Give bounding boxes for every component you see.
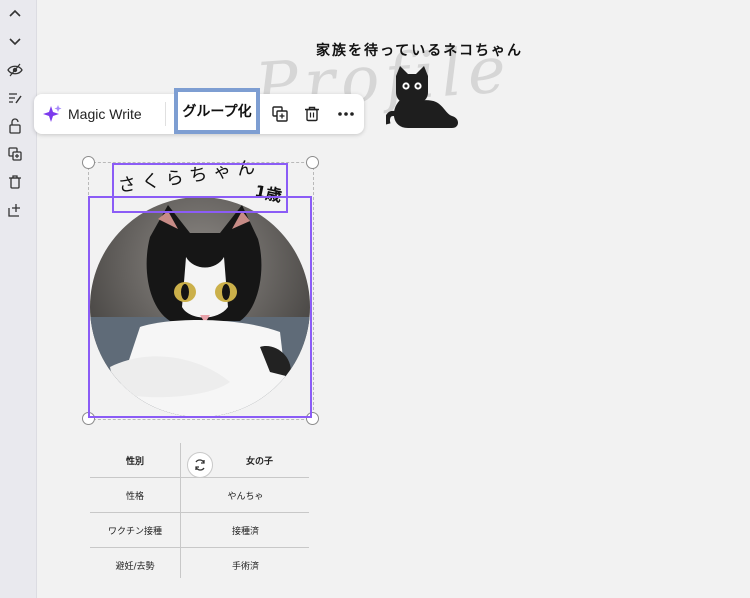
table-column-divider (180, 443, 181, 578)
group-button[interactable]: グループ化 (174, 88, 260, 134)
table-cell-label: 避妊/去勢 (115, 561, 155, 572)
toolbar-divider (165, 102, 166, 126)
unlock-icon[interactable] (5, 116, 25, 136)
eye-icon[interactable] (5, 60, 25, 80)
photo-selection (88, 196, 312, 418)
table-row: 性格 やんちゃ (90, 478, 309, 513)
table-cell-label: 性別 (125, 456, 144, 467)
table-cell-label: ワクチン接種 (107, 526, 162, 537)
trash-icon[interactable] (5, 172, 25, 192)
table-cell-label: 性格 (125, 491, 144, 502)
resize-handle-top-left[interactable] (82, 156, 95, 169)
export-icon[interactable] (5, 200, 25, 220)
floating-toolbar: Magic Write グループ化 (34, 88, 364, 134)
magic-write-button[interactable]: Magic Write (42, 102, 142, 126)
chevron-up-icon[interactable] (5, 4, 25, 24)
rotate-icon[interactable] (187, 452, 213, 478)
trash-icon[interactable] (302, 104, 322, 124)
chevron-down-icon[interactable] (5, 31, 25, 51)
black-cat-illustration[interactable] (386, 66, 462, 132)
magic-write-label: Magic Write (68, 106, 142, 122)
table-row: ワクチン接種 接種済 (90, 513, 309, 548)
more-options-icon[interactable] (336, 104, 356, 124)
table-cell-value: 接種済 (231, 526, 259, 537)
table-row: 避妊/去勢 手術済 (90, 548, 309, 582)
left-sidebar (0, 0, 37, 598)
edit-lines-icon[interactable] (5, 88, 25, 108)
table-cell-value: 手術済 (231, 561, 259, 572)
duplicate-icon[interactable] (270, 104, 290, 124)
table-cell-value: 女の子 (245, 456, 273, 467)
duplicate-icon[interactable] (5, 144, 25, 164)
page-title[interactable]: 家族を待っているネコちゃん (316, 40, 523, 60)
table-cell-value: やんちゃ (227, 491, 264, 502)
resize-handle-top-right[interactable] (306, 156, 319, 169)
sparkle-icon (43, 105, 62, 122)
